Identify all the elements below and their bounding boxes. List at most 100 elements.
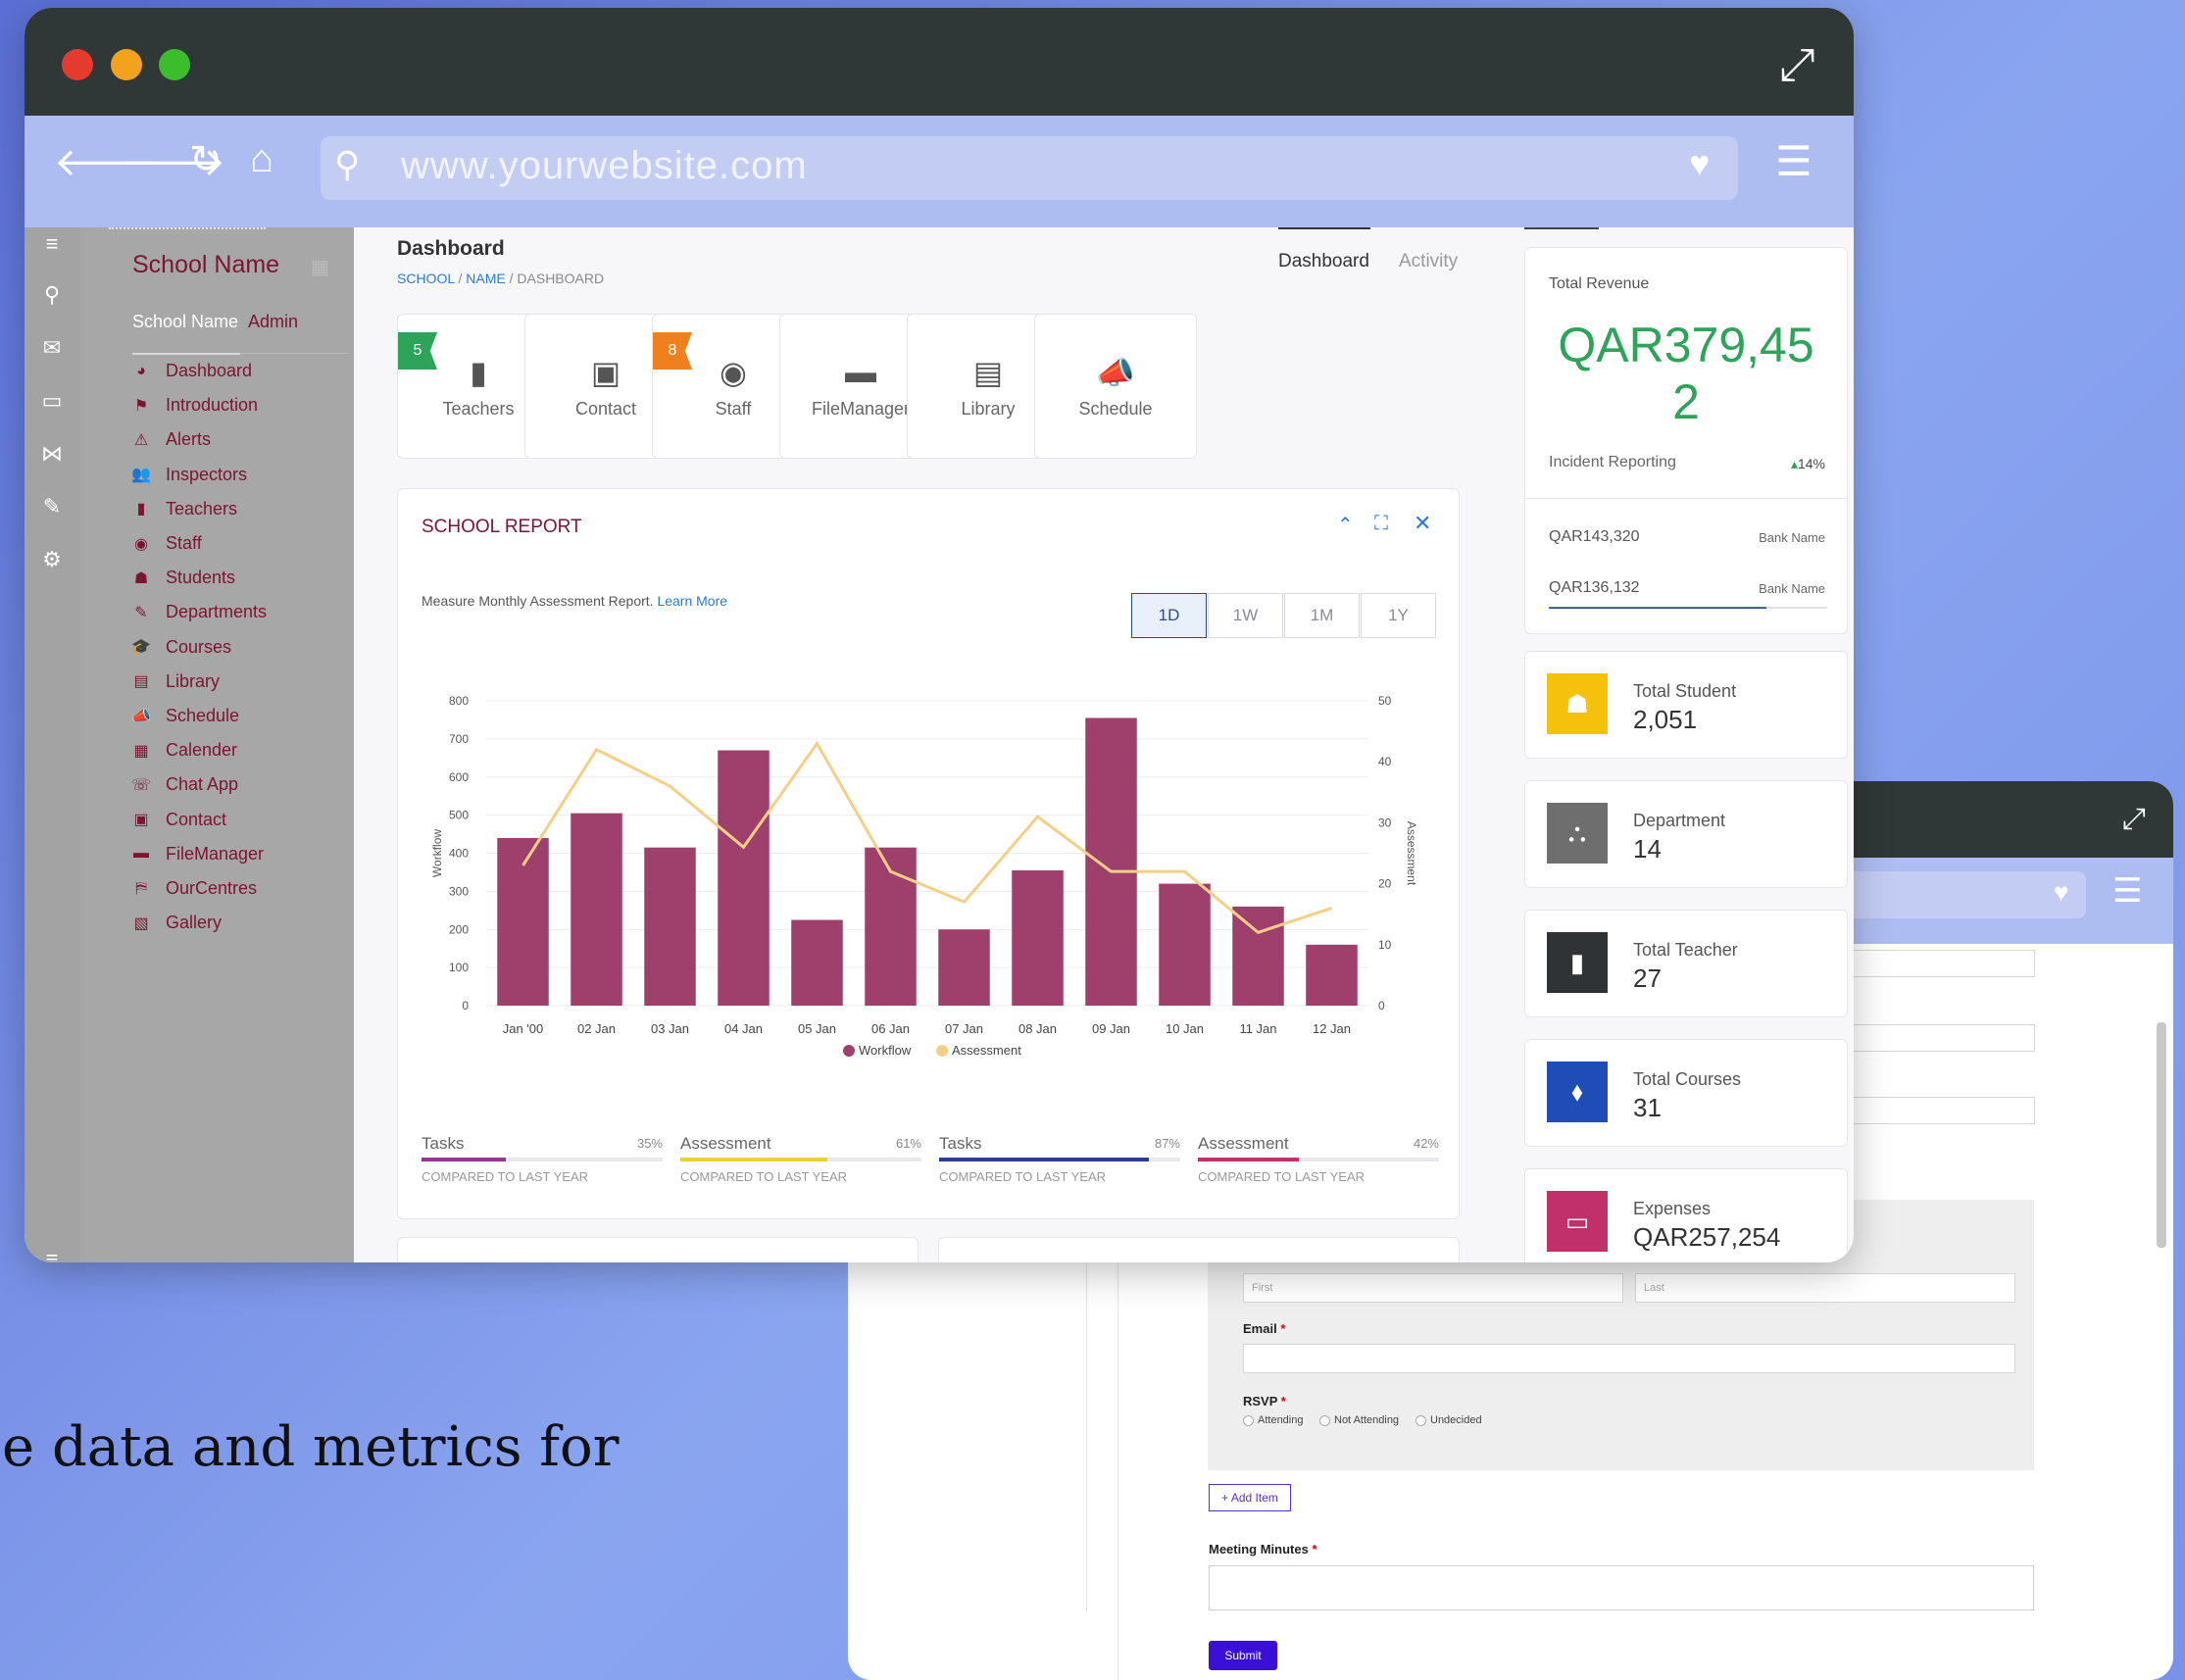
inbox-icon[interactable]: ✉: [38, 335, 66, 361]
user-role[interactable]: Admin: [248, 312, 298, 332]
kpi-card-total-courses[interactable]: ⬧ Total Courses 31: [1524, 1039, 1848, 1147]
range-button-1y[interactable]: 1Y: [1361, 593, 1436, 638]
folder-icon[interactable]: ▭: [38, 388, 66, 414]
sidebar-item-students[interactable]: ☗ Students: [130, 568, 235, 588]
feather-icon[interactable]: ✎: [38, 494, 66, 519]
share-icon[interactable]: ⋈: [38, 441, 66, 467]
sidebar-item-teachers[interactable]: ▮ Teachers: [130, 499, 237, 519]
sidebar-item-dashboard[interactable]: ◕ Dashboard: [130, 361, 252, 381]
sidebar-item-schedule[interactable]: 📣 Schedule: [130, 706, 239, 726]
text-field[interactable]: [1849, 1024, 2035, 1052]
tile-label: Schedule: [1078, 399, 1153, 419]
tab-dashboard[interactable]: Dashboard: [1278, 251, 1369, 272]
collapse-icon[interactable]: ⌃: [1337, 513, 1354, 537]
stat-name: Assessment: [1198, 1134, 1289, 1153]
kpi-card-expenses[interactable]: ▭ Expenses QAR257,254: [1524, 1168, 1848, 1262]
x-tick-label: 12 Jan: [1313, 1021, 1351, 1036]
rsvp-option[interactable]: Undecided: [1415, 1414, 1482, 1426]
submit-button[interactable]: Submit: [1209, 1641, 1277, 1670]
home-icon[interactable]: ⌂: [250, 137, 273, 181]
x-tick-label: 10 Jan: [1166, 1021, 1204, 1036]
sidebar-item-label: Students: [166, 568, 236, 588]
learn-more-link[interactable]: Learn More: [657, 593, 727, 609]
stat-percent: 35%: [636, 1136, 663, 1151]
expand-icon[interactable]: ⤢: [2122, 803, 2146, 836]
sidebar-item-introduction[interactable]: ⚑ Introduction: [130, 395, 258, 416]
x-tick-label: Jan '00: [503, 1021, 544, 1036]
rsvp-option[interactable]: Attending: [1243, 1414, 1303, 1426]
tab-activity[interactable]: Activity: [1399, 251, 1458, 272]
text-field[interactable]: [1849, 950, 2035, 977]
sidebar-item-staff[interactable]: ◉ Staff: [130, 533, 202, 554]
radio-button[interactable]: [1319, 1414, 1330, 1426]
range-button-1m[interactable]: 1M: [1284, 593, 1360, 638]
fullscreen-icon[interactable]: ⛶: [1374, 513, 1388, 535]
hamburger-icon[interactable]: ≡: [38, 231, 66, 257]
url-input[interactable]: ⚲ www.yourwebsite.com: [321, 136, 1738, 200]
graduation-cap-icon: 🎓: [131, 639, 151, 657]
sidebar-item-inspectors[interactable]: 👥 Inspectors: [130, 465, 247, 485]
add-item-button[interactable]: + Add Item: [1209, 1484, 1291, 1511]
first-name-input[interactable]: First: [1243, 1273, 1623, 1303]
teacher-icon: ▮: [1547, 932, 1608, 993]
radio-button[interactable]: [1415, 1414, 1426, 1426]
credit-card-icon: ▭: [1547, 1191, 1608, 1252]
sidebar-item-label: FileManager: [166, 843, 265, 864]
range-button-1w[interactable]: 1W: [1208, 593, 1283, 638]
incident-change-value: 14%: [1797, 456, 1825, 471]
sidebar: School Name ▦ School Name Admin ◕ Dashboa…: [79, 227, 354, 1262]
sidebar-item-gallery[interactable]: ▧ Gallery: [130, 913, 222, 933]
sidebar-item-label: OurCentres: [166, 878, 258, 898]
reload-icon[interactable]: ↻: [189, 137, 223, 182]
sidebar-item-filemanager[interactable]: ▬ FileManager: [130, 844, 264, 865]
rsvp-option[interactable]: Not Attending: [1319, 1414, 1399, 1426]
incident-label: Incident Reporting: [1549, 454, 1676, 470]
sidebar-logo: [109, 227, 266, 231]
breadcrumb-school[interactable]: SCHOOL: [397, 271, 455, 286]
range-button-1d[interactable]: 1D: [1131, 593, 1207, 638]
kpi-card-department[interactable]: ⛬ Department 14: [1524, 780, 1848, 888]
sidebar-item-contact[interactable]: ▣ Contact: [130, 810, 226, 830]
heart-icon[interactable]: ♥: [2054, 877, 2068, 908]
kpi-card-total-student[interactable]: ☗ Total Student 2,051: [1524, 651, 1848, 759]
sidebar-item-calender[interactable]: ▦ Calender: [130, 740, 237, 761]
sidebar-item-library[interactable]: ▤ Library: [130, 671, 220, 692]
last-name-input[interactable]: Last: [1635, 1273, 2015, 1303]
close-window-button[interactable]: [62, 49, 93, 80]
revenue-value-line1: QAR379,45: [1558, 318, 1814, 372]
stat-progress-track: [422, 1158, 663, 1161]
y-axis-label: Workflow: [430, 829, 444, 877]
text-field[interactable]: [1849, 1097, 2035, 1124]
menu-icon[interactable]: ☰: [2112, 871, 2142, 911]
kpi-card-total-teacher[interactable]: ▮ Total Teacher 27: [1524, 910, 1848, 1017]
y-tick-label: 0: [462, 999, 469, 1013]
maximize-window-button[interactable]: [159, 49, 190, 80]
email-field[interactable]: [1243, 1344, 2015, 1373]
grid-icon[interactable]: ▦: [311, 255, 329, 279]
sidebar-item-courses[interactable]: 🎓 Courses: [130, 637, 231, 658]
sidebar-item-departments[interactable]: ✎ Departments: [130, 602, 267, 622]
close-icon[interactable]: ✕: [1414, 511, 1431, 536]
main-content: Dashboard SCHOOL / NAME / DASHBOARD Dash…: [354, 227, 1481, 1262]
minimize-window-button[interactable]: [111, 49, 142, 80]
tile-schedule[interactable]: 📣 Schedule: [1034, 314, 1197, 459]
stat-progress-fill: [680, 1158, 828, 1161]
user-name[interactable]: School Name: [132, 312, 238, 332]
sidebar-item-chat-app[interactable]: ☏ Chat App: [130, 774, 238, 795]
meeting-minutes-label: Meeting Minutes *: [1209, 1542, 1317, 1556]
students-icon: ☗: [133, 569, 149, 587]
gear-icon[interactable]: ⚙: [38, 547, 66, 572]
sidebar-item-ourcentres[interactable]: ⛿ OurCentres: [130, 878, 257, 899]
scrollbar[interactable]: [2157, 1022, 2166, 1248]
menu-icon[interactable]: ☰: [1775, 137, 1813, 185]
sidebar-item-alerts[interactable]: ⚠ Alerts: [130, 429, 211, 450]
expand-icon[interactable]: ⤢: [1779, 37, 1815, 92]
heart-icon[interactable]: ♥: [1689, 143, 1710, 184]
breadcrumb-name[interactable]: NAME: [466, 271, 505, 286]
search-icon[interactable]: ⚲: [38, 282, 66, 308]
radio-button[interactable]: [1243, 1414, 1254, 1426]
meeting-minutes-textarea[interactable]: [1209, 1565, 2034, 1610]
hamburger-icon[interactable]: ≡: [38, 1247, 66, 1262]
tile-badge: 8: [653, 332, 692, 370]
last-name-placeholder: Last: [1644, 1282, 1664, 1294]
